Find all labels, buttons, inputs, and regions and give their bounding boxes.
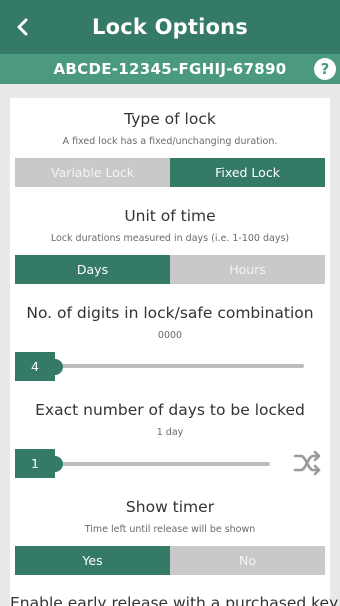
- shuffle-icon: [293, 450, 321, 476]
- variable-lock-option[interactable]: Variable Lock: [15, 158, 170, 187]
- fixed-lock-option[interactable]: Fixed Lock: [170, 158, 325, 187]
- help-icon: ?: [320, 60, 330, 78]
- days-value: 1: [31, 456, 39, 471]
- lock-type-toggle: Variable Lock Fixed Lock: [15, 158, 325, 187]
- lock-code-bar: ABCDE-12345-FGHIJ-67890 ?: [0, 54, 340, 84]
- time-unit-title: Unit of time: [124, 207, 216, 225]
- days-locked-description: 1 day: [156, 427, 184, 438]
- show-timer-toggle: Yes No: [15, 546, 325, 575]
- app-bar: Lock Options: [0, 0, 340, 54]
- help-button[interactable]: ?: [314, 58, 336, 80]
- digits-value: 4: [31, 359, 39, 374]
- randomize-button[interactable]: [292, 449, 324, 477]
- show-timer-title: Show timer: [125, 498, 215, 516]
- time-unit-description: Lock durations measured in days (i.e. 1-…: [50, 233, 290, 244]
- back-button[interactable]: [6, 10, 40, 44]
- show-timer-description: Time left until release will be shown: [84, 524, 256, 535]
- options-card: Type of lock A fixed lock has a fixed/un…: [10, 98, 339, 606]
- page-title: Lock Options: [92, 15, 248, 39]
- lock-type-title: Type of lock: [124, 110, 216, 128]
- digits-slider-track[interactable]: [55, 364, 304, 368]
- early-release-title: Enable early release with a purchased ke…: [10, 594, 339, 606]
- digits-preview: 0000: [157, 330, 183, 341]
- hours-option[interactable]: Hours: [170, 255, 325, 284]
- days-locked-title: Exact number of days to be locked: [35, 401, 305, 419]
- back-arrow-icon: [17, 18, 28, 36]
- timer-yes-option[interactable]: Yes: [15, 546, 170, 575]
- timer-no-option[interactable]: No: [170, 546, 325, 575]
- digits-slider-handle[interactable]: 4: [15, 352, 63, 381]
- lock-code: ABCDE-12345-FGHIJ-67890: [53, 60, 287, 78]
- days-slider-track[interactable]: [55, 462, 270, 466]
- digits-title: No. of digits in lock/safe combination: [26, 304, 314, 322]
- lock-type-description: A fixed lock has a fixed/unchanging dura…: [62, 136, 278, 147]
- days-slider-handle[interactable]: 1: [15, 449, 63, 478]
- days-option[interactable]: Days: [15, 255, 170, 284]
- time-unit-toggle: Days Hours: [15, 255, 325, 284]
